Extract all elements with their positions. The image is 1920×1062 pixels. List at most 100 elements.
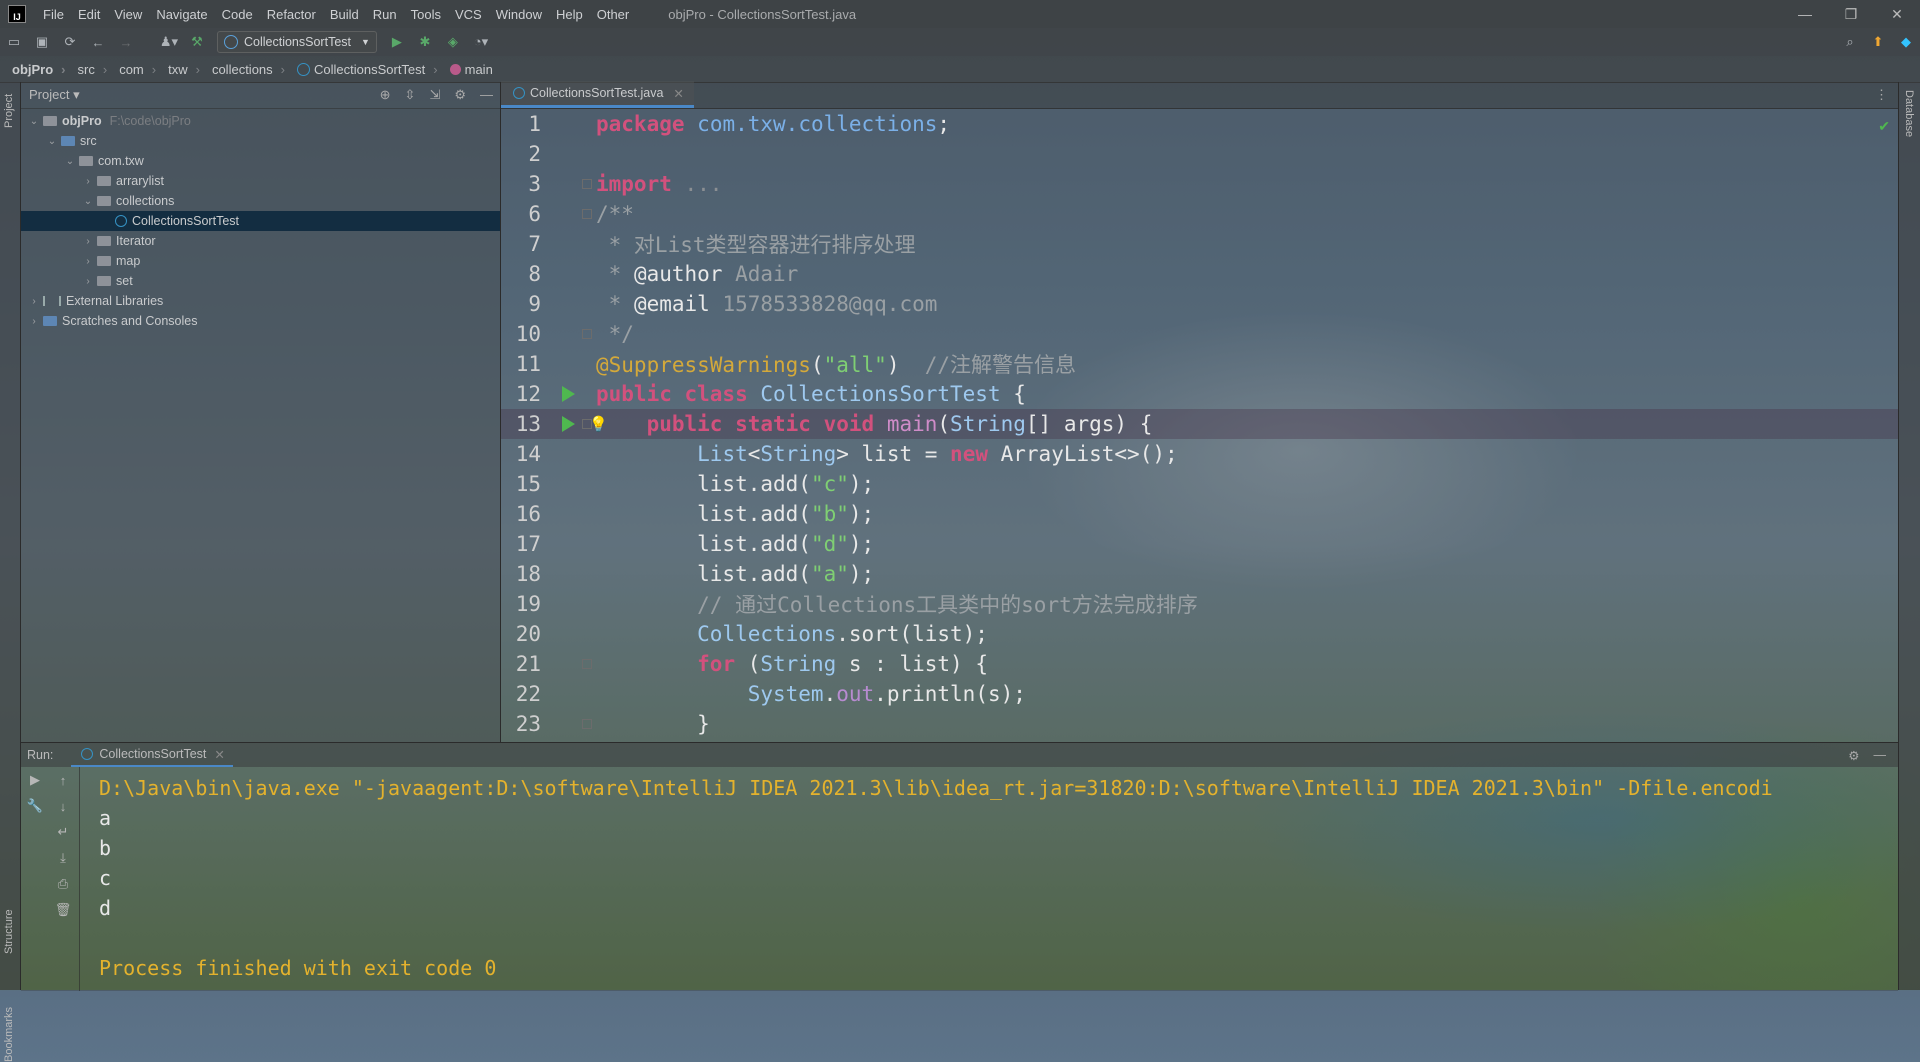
tree-item[interactable]: ⌄ objPro F:\code\objPro: [21, 111, 500, 131]
run-configuration-select[interactable]: CollectionsSortTest ▼: [217, 31, 377, 53]
lightbulb-icon[interactable]: 💡: [589, 415, 608, 433]
coverage-icon[interactable]: ◈: [442, 33, 464, 51]
forward-arrow-icon[interactable]: →: [115, 33, 137, 51]
tree-item[interactable]: › Iterator: [21, 231, 500, 251]
menu-window[interactable]: Window: [489, 7, 549, 22]
wrench-icon[interactable]: 🔧: [21, 793, 49, 819]
breadcrumb-txw[interactable]: txw ›: [156, 62, 200, 77]
run-gutter-icon[interactable]: [562, 386, 575, 402]
line-number: 14: [515, 442, 541, 466]
fold-marker-icon[interactable]: [582, 719, 592, 729]
expand-all-icon[interactable]: ⇳: [405, 87, 416, 103]
tree-item[interactable]: › set: [21, 271, 500, 291]
sync-icon[interactable]: ⟳: [59, 33, 81, 51]
menu-code[interactable]: Code: [215, 7, 260, 22]
menu-bar: IJ File Edit View Navigate Code Refactor…: [0, 0, 1920, 28]
menu-vcs[interactable]: VCS: [448, 7, 489, 22]
hide-icon[interactable]: —: [1874, 748, 1887, 763]
collapse-all-icon[interactable]: ⇲: [429, 87, 440, 103]
search-icon[interactable]: ⌕: [1839, 33, 1861, 51]
close-icon[interactable]: ✕: [673, 86, 683, 101]
breadcrumb-method[interactable]: main: [438, 62, 493, 77]
menu-run[interactable]: Run: [366, 7, 404, 22]
up-arrow-icon[interactable]: ↑: [49, 767, 77, 793]
fold-marker-icon[interactable]: [582, 209, 592, 219]
database-tool-button[interactable]: Database: [1903, 90, 1915, 137]
chevron-right-icon[interactable]: ›: [27, 296, 41, 307]
run-icon[interactable]: ▶: [386, 33, 408, 51]
tree-item[interactable]: ⌄ com.txw: [21, 151, 500, 171]
project-view-selector[interactable]: Project ▾: [29, 87, 80, 103]
run-gutter-icon[interactable]: [562, 416, 575, 432]
code-token: .: [823, 682, 837, 706]
locate-icon[interactable]: ⊕: [380, 87, 391, 103]
build-hammer-icon[interactable]: ⚒: [186, 33, 208, 51]
restore-button[interactable]: ❐: [1828, 6, 1874, 23]
chevron-down-icon[interactable]: ⌄: [63, 156, 77, 167]
menu-view[interactable]: View: [107, 7, 149, 22]
menu-other[interactable]: Other: [590, 7, 637, 22]
close-icon[interactable]: ✕: [214, 747, 224, 762]
tab-collectionssorttest[interactable]: CollectionsSortTest.java ✕: [501, 81, 694, 108]
breadcrumb-collections[interactable]: collections ›: [200, 62, 285, 77]
chevron-down-icon[interactable]: ⌄: [45, 136, 59, 147]
fold-marker-icon[interactable]: [582, 659, 592, 669]
run-tab[interactable]: CollectionsSortTest ✕: [71, 743, 233, 767]
menu-tools[interactable]: Tools: [404, 7, 448, 22]
tree-item[interactable]: › map: [21, 251, 500, 271]
fold-marker-icon[interactable]: [582, 329, 592, 339]
code-area[interactable]: 1 package com.txw.collections; 2 3 import ..…: [501, 109, 1898, 739]
console-output[interactable]: D:\Java\bin\java.exe "-javaagent:D:\soft…: [99, 773, 1773, 983]
bookmarks-tool-button[interactable]: Bookmarks: [3, 1007, 15, 1062]
menu-help[interactable]: Help: [549, 7, 590, 22]
menu-refactor[interactable]: Refactor: [260, 7, 323, 22]
debug-icon[interactable]: ✱: [414, 33, 436, 51]
chevron-right-icon[interactable]: ›: [27, 316, 41, 327]
print-icon[interactable]: ⎙: [49, 871, 77, 897]
tree-item[interactable]: ⌄ src: [21, 131, 500, 151]
tree-item[interactable]: › Scratches and Consoles: [21, 311, 500, 331]
chevron-right-icon[interactable]: ›: [81, 236, 95, 247]
close-window-button[interactable]: ✕: [1874, 6, 1920, 23]
open-folder-icon[interactable]: ▭: [3, 33, 25, 51]
project-tool-button[interactable]: Project: [3, 94, 15, 128]
update-icon[interactable]: ⬆: [1867, 33, 1889, 51]
jetbrains-toolbox-icon[interactable]: ◆: [1895, 33, 1917, 51]
save-all-icon[interactable]: ▣: [31, 33, 53, 51]
structure-tool-button[interactable]: Structure: [3, 909, 15, 954]
down-arrow-icon[interactable]: ↓: [49, 793, 77, 819]
breadcrumb-project[interactable]: objPro ›: [0, 62, 66, 77]
folder-icon: [97, 196, 111, 206]
tree-item[interactable]: › arrarylist: [21, 171, 500, 191]
minimize-button[interactable]: —: [1782, 6, 1828, 23]
menu-navigate[interactable]: Navigate: [149, 7, 214, 22]
fold-marker-icon[interactable]: [582, 179, 592, 189]
menu-file[interactable]: File: [36, 7, 71, 22]
soft-wrap-icon[interactable]: ↵: [49, 819, 77, 845]
trash-icon[interactable]: 🗑: [49, 897, 77, 923]
scroll-to-end-icon[interactable]: ⤓: [49, 845, 77, 871]
breadcrumb-src[interactable]: src ›: [66, 62, 108, 77]
gear-icon[interactable]: ⚙: [1848, 748, 1859, 763]
menu-build[interactable]: Build: [323, 7, 366, 22]
chevron-down-icon[interactable]: ⌄: [27, 116, 41, 127]
chevron-down-icon[interactable]: ⌄: [81, 196, 95, 207]
chevron-right-icon[interactable]: ›: [81, 176, 95, 187]
code-token: .println(s);: [874, 682, 1026, 706]
user-icon[interactable]: ♟▾: [158, 33, 180, 51]
chevron-right-icon[interactable]: ›: [81, 256, 95, 267]
tree-item[interactable]: ⌄ collections: [21, 191, 500, 211]
chevron-right-icon[interactable]: ›: [81, 276, 95, 287]
rerun-icon[interactable]: ▶: [21, 767, 49, 793]
more-icon[interactable]: ⋮: [1875, 87, 1888, 103]
breadcrumb-com[interactable]: com ›: [107, 62, 156, 77]
breadcrumb-class[interactable]: CollectionsSortTest ›: [285, 62, 438, 77]
gear-icon[interactable]: ⚙: [454, 87, 466, 103]
tree-item[interactable]: CollectionsSortTest: [21, 211, 500, 231]
hide-icon[interactable]: —: [480, 87, 493, 103]
back-arrow-icon[interactable]: ←: [87, 33, 109, 51]
menu-edit[interactable]: Edit: [71, 7, 107, 22]
profile-icon[interactable]: ◔▾: [470, 33, 492, 51]
tree-item[interactable]: › External Libraries: [21, 291, 500, 311]
